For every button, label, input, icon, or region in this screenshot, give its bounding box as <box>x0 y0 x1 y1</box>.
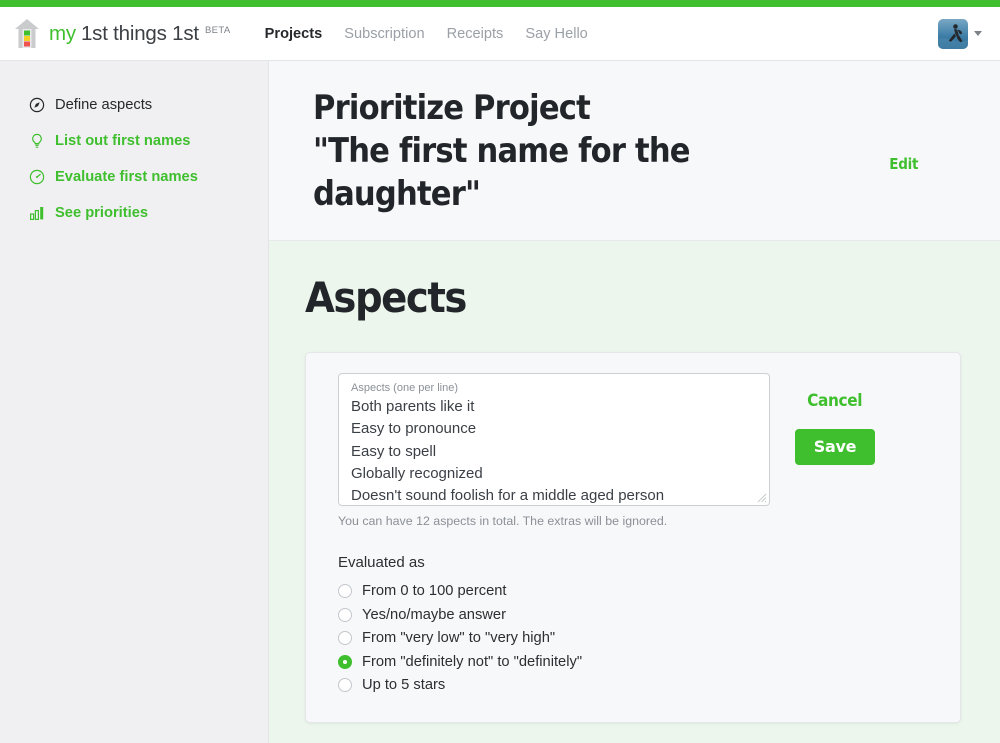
nav-item-projects[interactable]: Projects <box>265 25 323 43</box>
account-menu[interactable] <box>938 18 986 49</box>
aspects-form-row: Aspects (one per line) Both parents like… <box>338 373 938 696</box>
radio-option-five-stars[interactable]: Up to 5 stars <box>338 674 770 696</box>
nav-item-receipts[interactable]: Receipts <box>447 25 504 43</box>
aspects-field-wrap: Aspects (one per line) Both parents like… <box>338 373 770 696</box>
chevron-down-icon[interactable] <box>974 31 982 36</box>
radio-label-definitely: From "definitely not" to "definitely" <box>362 653 583 670</box>
sidebar-label-list-out-first-names: List out first names <box>55 133 191 149</box>
nav-link-subscription[interactable]: Subscription <box>344 26 424 42</box>
beta-badge: BETA <box>204 24 231 36</box>
radio-option-yes-no-maybe[interactable]: Yes/no/maybe answer <box>338 604 770 626</box>
sidebar-item-define-aspects[interactable]: Define aspects <box>0 87 268 123</box>
nav-item-say-hello[interactable]: Say Hello <box>525 25 587 43</box>
page-title-line-3: daughter" <box>313 174 481 214</box>
save-button[interactable]: Save <box>794 429 876 465</box>
lightbulb-icon <box>28 133 45 150</box>
nav-link-say-hello[interactable]: Say Hello <box>525 26 587 42</box>
radio-dot-yes-no-maybe[interactable] <box>338 607 352 622</box>
brand-home-link[interactable]: my 1st things 1st BETA <box>14 18 231 49</box>
radio-option-percent[interactable]: From 0 to 100 percent <box>338 580 770 602</box>
radio-label-percent: From 0 to 100 percent <box>362 583 507 599</box>
bar-chart-icon <box>28 205 45 222</box>
sidebar-item-evaluate-first-names[interactable]: Evaluate first names <box>0 159 268 195</box>
sidebar-label-define-aspects: Define aspects <box>55 97 153 113</box>
page-title: Prioritize Project "The first name for t… <box>313 87 691 216</box>
cancel-button[interactable]: Cancel <box>807 391 862 410</box>
radio-option-very-low-very-high[interactable]: From "very low" to "very high" <box>338 627 770 649</box>
radio-label-five-stars: Up to 5 stars <box>362 677 446 693</box>
radio-dot-percent[interactable] <box>338 584 352 598</box>
brand-wordmark: my 1st things 1st BETA <box>49 22 231 46</box>
radio-dot-five-stars[interactable] <box>338 678 352 692</box>
sidebar: Define aspects List out first names Eval… <box>0 61 269 743</box>
radio-label-very-low-very-high: From "very low" to "very high" <box>362 630 556 646</box>
aspects-form-card: Aspects (one per line) Both parents like… <box>305 352 961 723</box>
aspects-help-text: You can have 12 aspects in total. The ex… <box>338 514 668 528</box>
nav-item-subscription[interactable]: Subscription <box>344 25 424 43</box>
radio-dot-definitely[interactable] <box>338 654 352 669</box>
edit-project-link[interactable]: Edit <box>889 155 966 173</box>
sidebar-label-see-priorities: See priorities <box>55 205 149 221</box>
nav-link-receipts[interactable]: Receipts <box>447 26 504 42</box>
brand-my-text: my <box>49 21 76 45</box>
gauge-icon <box>28 169 45 186</box>
aspects-textarea-label: Aspects (one per line) <box>351 382 458 394</box>
form-actions: Cancel Save <box>770 373 900 465</box>
radio-option-definitely[interactable]: From "definitely not" to "definitely" <box>338 651 770 673</box>
primary-nav: Projects Subscription Receipts Say Hello <box>265 25 588 43</box>
main-navbar: my 1st things 1st BETA Projects Subscrip… <box>0 7 1000 61</box>
evaluated-as-radio-group: From 0 to 100 percent Yes/no/maybe answe… <box>338 580 770 696</box>
page-title-line-1: Prioritize Project <box>313 88 591 128</box>
evaluated-as-label: Evaluated as <box>338 554 425 571</box>
user-avatar[interactable] <box>938 18 968 49</box>
sidebar-label-evaluate-first-names: Evaluate first names <box>55 169 198 185</box>
top-accent-bar <box>0 0 1000 7</box>
compass-icon <box>28 97 45 114</box>
sidebar-item-see-priorities[interactable]: See priorities <box>0 195 268 231</box>
nav-link-projects[interactable]: Projects <box>265 26 323 42</box>
aspects-section: Aspects Aspects (one per line) Both pare… <box>269 241 1000 743</box>
section-title-aspects: Aspects <box>305 273 467 322</box>
radio-label-yes-no-maybe: Yes/no/maybe answer <box>362 606 506 623</box>
house-bars-logo-icon <box>14 18 40 49</box>
page-title-line-2: "The first name for the <box>313 131 691 171</box>
brand-rest-text: 1st things 1st <box>80 21 199 45</box>
page-body: Define aspects List out first names Eval… <box>0 61 1000 743</box>
resize-handle-icon[interactable] <box>756 492 767 503</box>
aspects-textarea[interactable]: Aspects (one per line) Both parents like… <box>338 373 770 506</box>
aspects-textarea-value[interactable]: Both parents like it Easy to pronounce E… <box>351 396 759 505</box>
project-header: Prioritize Project "The first name for t… <box>269 61 1000 241</box>
main-content: Prioritize Project "The first name for t… <box>269 61 1000 743</box>
sidebar-item-list-out-first-names[interactable]: List out first names <box>0 123 268 159</box>
radio-dot-very-low-very-high[interactable] <box>338 631 352 645</box>
